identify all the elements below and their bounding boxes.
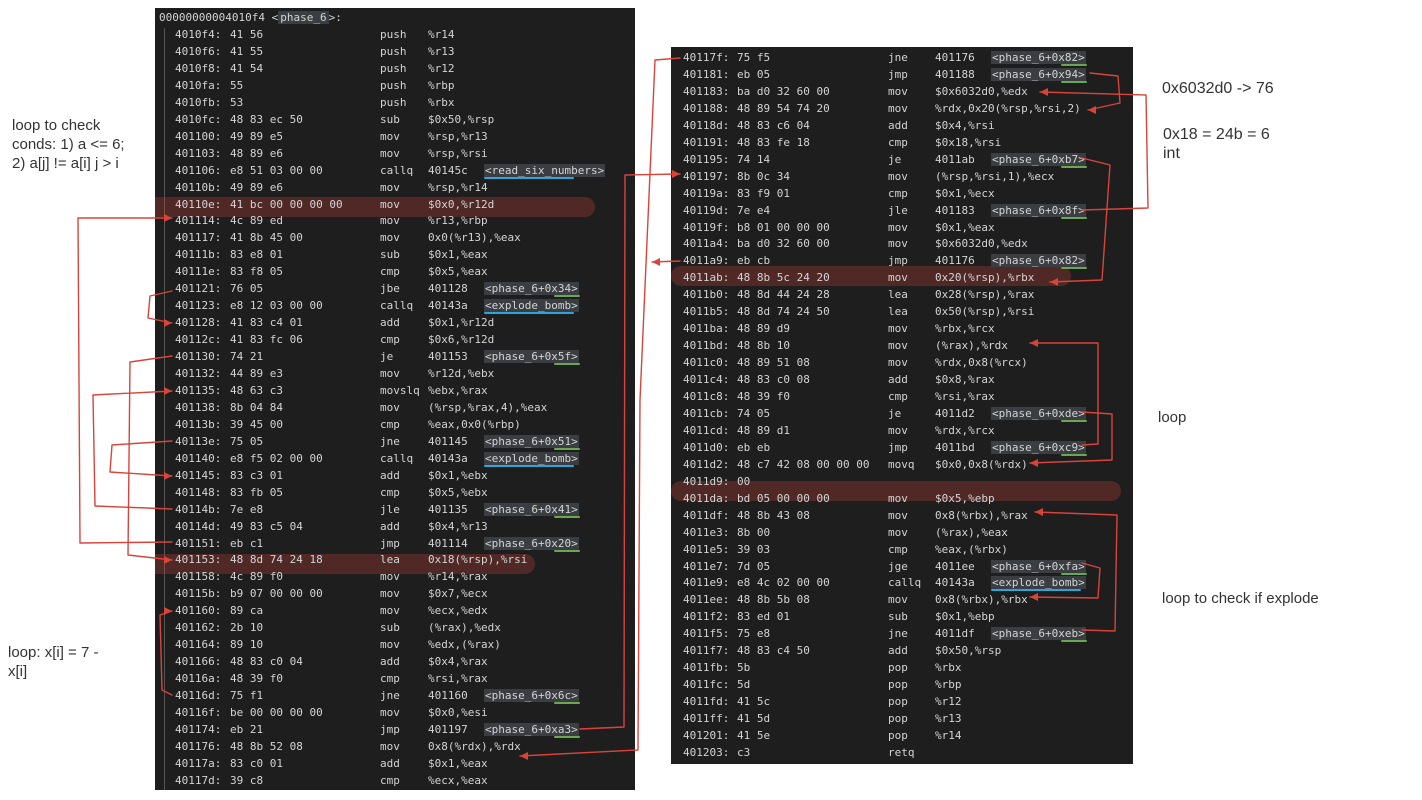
arrow-jle-401135 <box>92 390 173 510</box>
arrowhead-12 <box>1050 278 1058 286</box>
arrowhead-16 <box>1035 508 1043 516</box>
arrowhead-3 <box>164 556 172 564</box>
arrowhead-15 <box>1030 593 1038 601</box>
arrowhead-8 <box>520 752 528 760</box>
arrow-jmp-401114 <box>77 217 173 544</box>
arrowhead-10 <box>1088 106 1096 114</box>
arrowhead-7 <box>672 170 680 178</box>
arrowhead-6 <box>164 607 172 615</box>
arrow-jne-401160 <box>159 610 173 696</box>
arrowhead-11 <box>1040 88 1048 96</box>
arrow-jne-4011df <box>1034 511 1118 632</box>
arrowhead-2 <box>164 319 172 327</box>
arrow-jmp-401197 <box>579 173 681 730</box>
arrow-jne-401145 <box>109 440 173 477</box>
arrow-jne-401176 <box>519 57 681 757</box>
arrow-jmp-4011bd <box>1029 342 1099 446</box>
arrow-je-401153 <box>127 355 173 561</box>
arrow-jbe-401128 <box>147 290 173 324</box>
arrowhead-5 <box>164 472 172 480</box>
arrowhead-4 <box>164 387 172 395</box>
arrowhead-14 <box>1030 459 1038 467</box>
arrowhead-1 <box>164 214 172 222</box>
arrow-jmp-401188 <box>1087 72 1121 111</box>
arrow-jge-4011ee <box>1029 562 1101 599</box>
annotation-arrows <box>77 57 1149 760</box>
arrow-je-4011ab <box>1049 157 1111 283</box>
arrowhead-9 <box>652 258 660 266</box>
arrow-je-4011d2 <box>1029 411 1113 464</box>
arrowhead-13 <box>1030 339 1038 347</box>
